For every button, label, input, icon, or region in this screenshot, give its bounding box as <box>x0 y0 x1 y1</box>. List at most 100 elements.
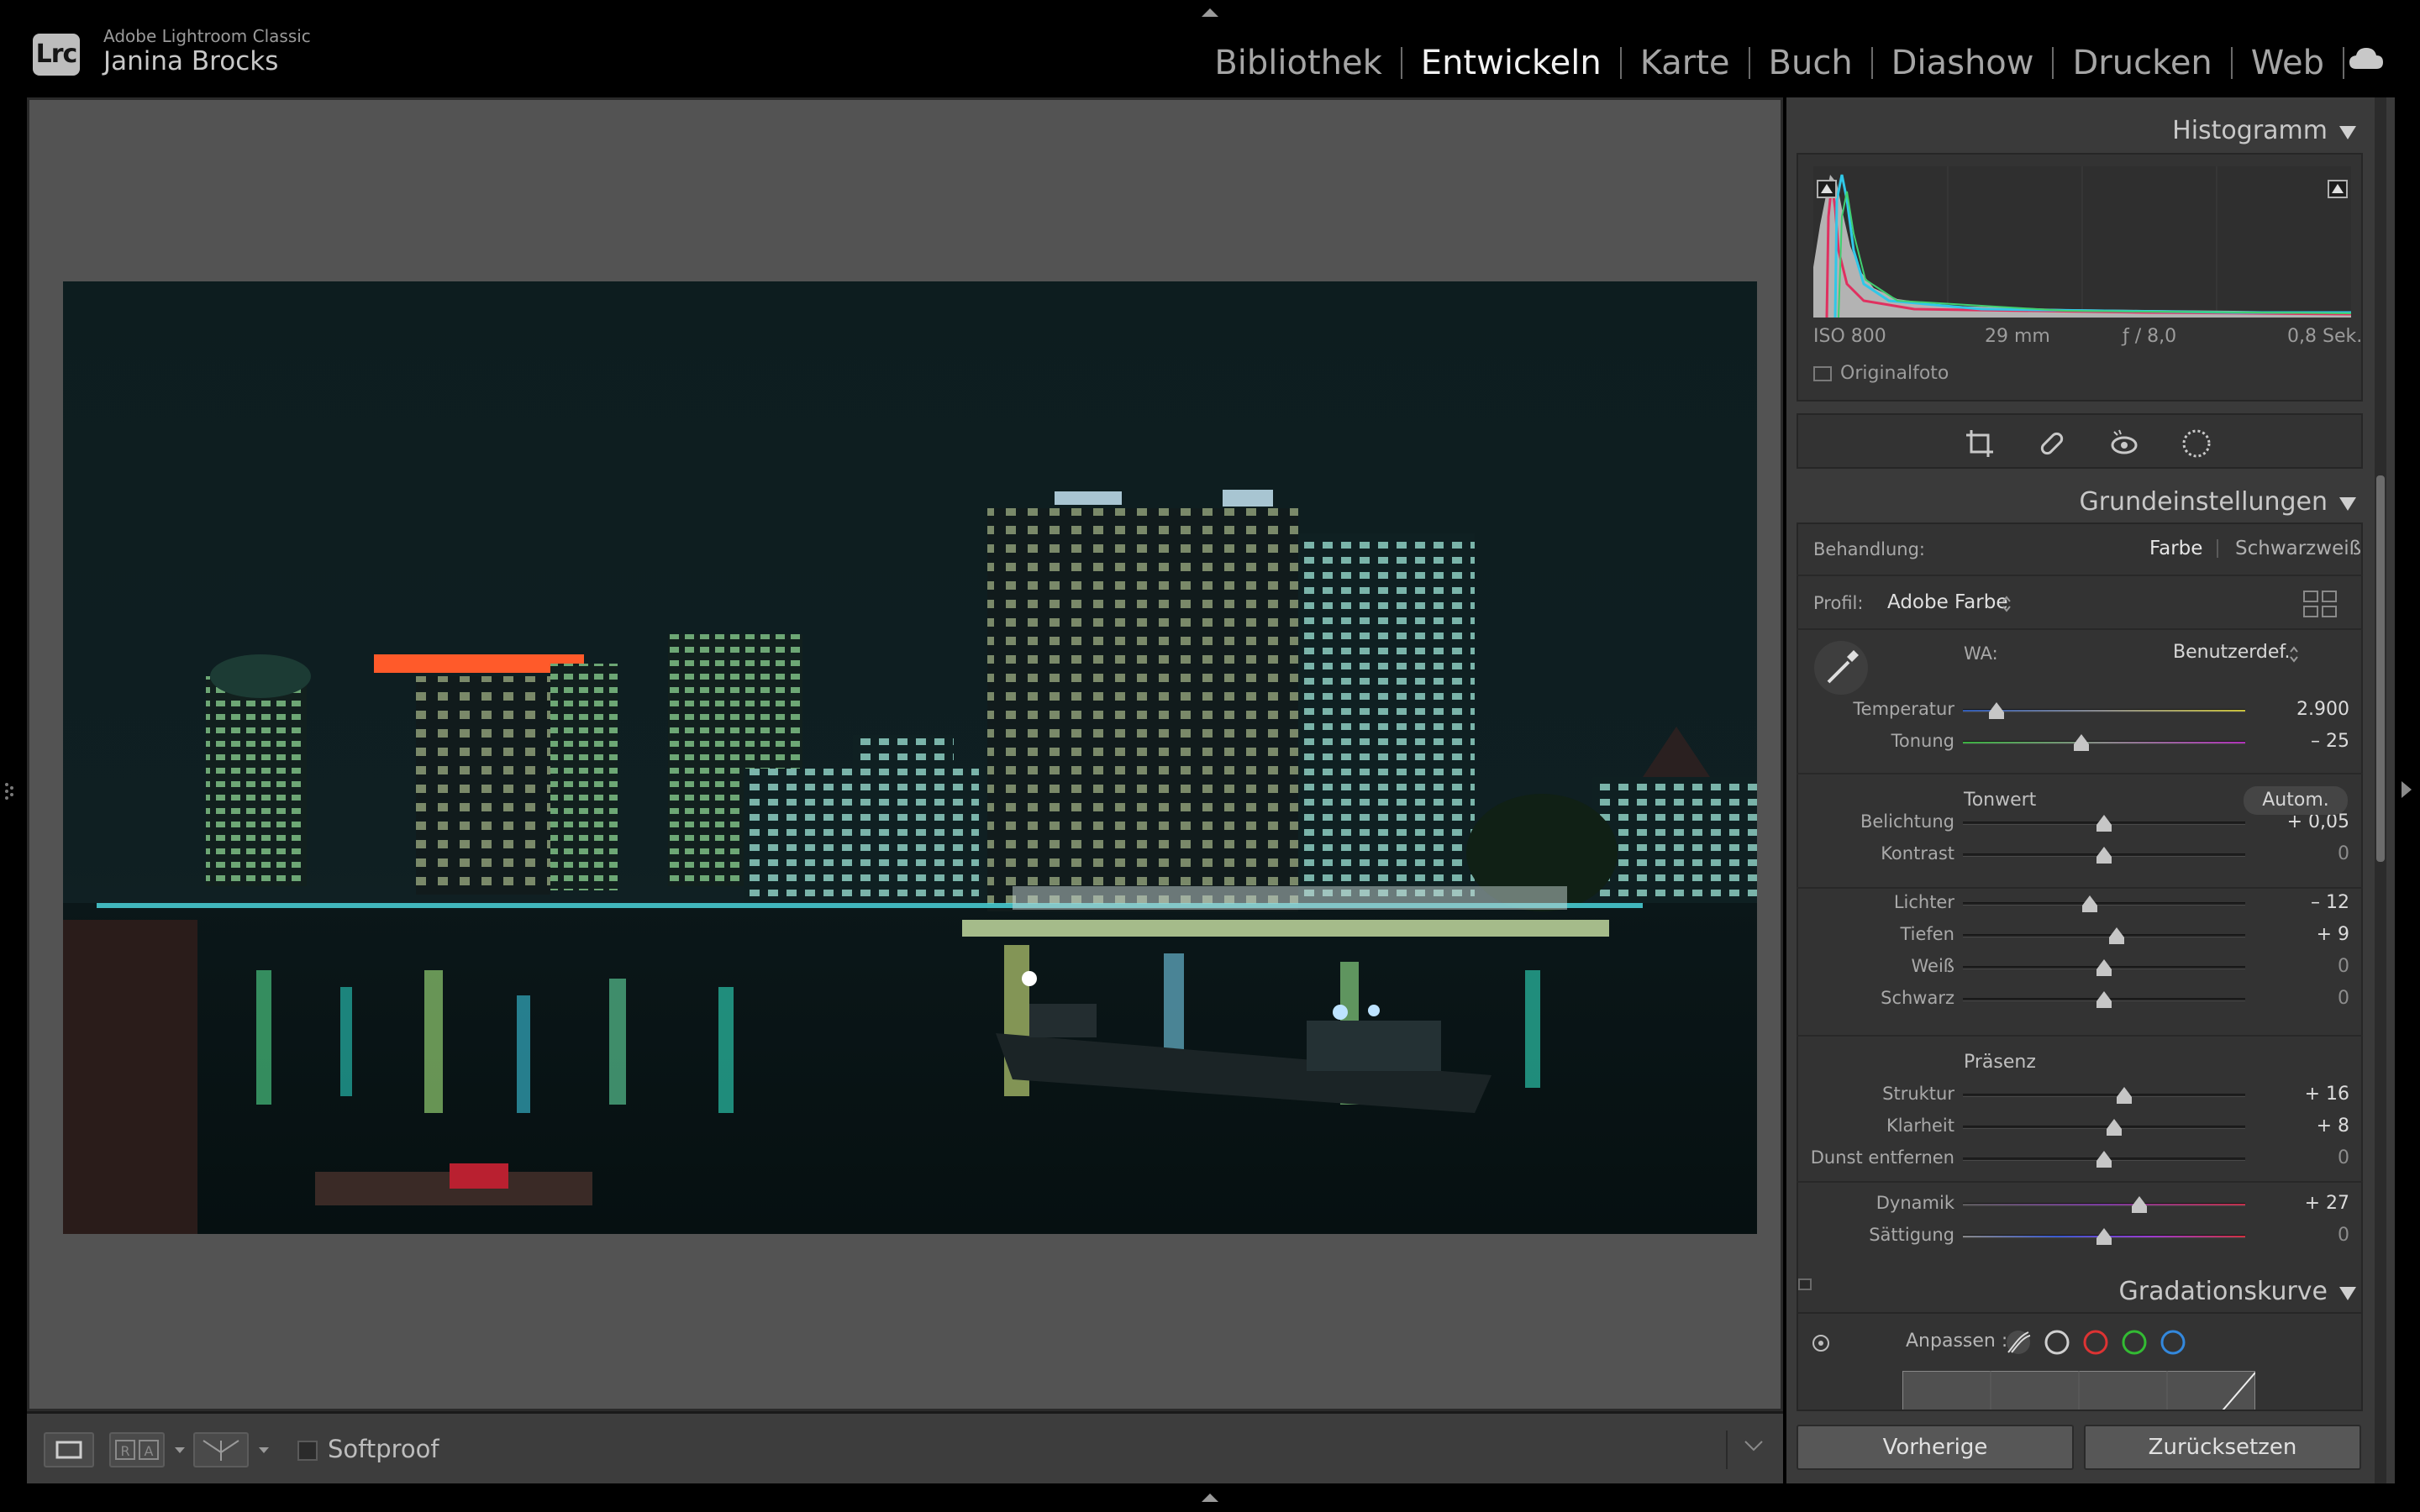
module-karte[interactable]: Karte <box>1622 40 1749 86</box>
auto-tone-button[interactable]: Autom. <box>2244 786 2348 815</box>
crop-icon[interactable] <box>1963 427 1996 460</box>
slider-track-sh[interactable] <box>1963 934 2245 937</box>
right-panel-toggle-icon[interactable] <box>2400 780 2413 800</box>
slider-value-sat[interactable]: 0 <box>2274 1225 2349 1246</box>
slider-track-cla[interactable] <box>1963 1126 2245 1129</box>
slider-thumb-tex[interactable] <box>2116 1087 2132 1097</box>
histogram-header[interactable]: Histogramm <box>1786 106 2375 156</box>
divider <box>1797 773 2363 774</box>
slider-thumb-base-tex[interactable] <box>2116 1097 2132 1104</box>
slider-thumb-vib[interactable] <box>2132 1196 2147 1206</box>
slider-thumb-base-wh[interactable] <box>2096 969 2112 976</box>
histogram[interactable] <box>1813 166 2352 318</box>
slider-thumb-con[interactable] <box>2096 847 2112 857</box>
slider-thumb-base-dh[interactable] <box>2096 1161 2112 1168</box>
tone-curve-graph[interactable] <box>1902 1371 2255 1411</box>
module-bibliothek[interactable]: Bibliothek <box>1196 40 1400 86</box>
module-diashow[interactable]: Diashow <box>1873 40 2053 86</box>
shadow-clipping-button[interactable] <box>1817 180 1837 198</box>
panel-scrollbar[interactable] <box>2376 475 2385 862</box>
slider-thumb-base-tint[interactable] <box>2074 744 2090 751</box>
slider-thumb-exp[interactable] <box>2096 815 2112 825</box>
slider-value-dh[interactable]: 0 <box>2274 1147 2349 1168</box>
slider-thumb-tint[interactable] <box>2074 734 2090 744</box>
healing-brush-icon[interactable] <box>2035 427 2069 460</box>
slider-value-hi[interactable]: – 12 <box>2274 892 2349 913</box>
left-panel-toggle-icon[interactable] <box>3 781 15 801</box>
slider-thumb-base-con[interactable] <box>2096 857 2112 864</box>
tone-curve-header[interactable]: Gradationskurve <box>1786 1267 2375 1317</box>
before-after-dropdown-icon[interactable] <box>175 1447 185 1453</box>
split-view-dropdown-icon[interactable] <box>259 1447 269 1453</box>
red-channel-icon[interactable] <box>2083 1330 2108 1355</box>
treatment-color-option[interactable]: Farbe <box>2149 538 2202 559</box>
image-viewer[interactable] <box>27 97 1783 1411</box>
slider-thumb-sh[interactable] <box>2109 927 2125 937</box>
slider-thumb-temp[interactable] <box>1989 702 2005 712</box>
slider-thumb-base-sh[interactable] <box>2109 937 2125 944</box>
wb-select[interactable]: Benutzerdef. <box>2173 642 2291 663</box>
slider-value-wh[interactable]: 0 <box>2274 956 2349 977</box>
slider-value-tex[interactable]: + 16 <box>2274 1084 2349 1105</box>
masking-icon[interactable] <box>2180 427 2213 460</box>
slider-thumb-wh[interactable] <box>2096 959 2112 969</box>
slider-value-vib[interactable]: + 27 <box>2274 1193 2349 1214</box>
slider-thumb-bl[interactable] <box>2096 991 2112 1001</box>
collapse-triangle-icon[interactable] <box>2339 1287 2356 1300</box>
red-eye-icon[interactable] <box>2107 427 2141 460</box>
collapse-triangle-icon[interactable] <box>2339 126 2356 139</box>
toolbar-menu-chevron-icon[interactable] <box>1743 1439 1765 1452</box>
filmstrip-toggle-icon[interactable] <box>1200 1492 1220 1504</box>
split-view-button[interactable] <box>193 1432 249 1467</box>
module-entwickeln[interactable]: Entwickeln <box>1402 40 1620 86</box>
slider-thumb-hi[interactable] <box>2082 895 2098 906</box>
slider-thumb-base-exp[interactable] <box>2096 825 2112 832</box>
module-web[interactable]: Web <box>2233 40 2343 86</box>
slider-track-tex[interactable] <box>1963 1094 2245 1097</box>
highlight-clipping-button[interactable] <box>2328 180 2348 198</box>
top-panel-toggle-icon[interactable] <box>1200 7 1220 18</box>
slider-value-temp[interactable]: 2.900 <box>2274 699 2349 720</box>
slider-value-sh[interactable]: + 9 <box>2274 924 2349 945</box>
previous-button[interactable]: Vorherige <box>1797 1425 2074 1470</box>
cloud-icon[interactable] <box>2348 45 2385 71</box>
slider-track-hi[interactable] <box>1963 902 2245 906</box>
slider-track-temp[interactable] <box>1963 709 2245 712</box>
slider-track-tint[interactable] <box>1963 741 2245 744</box>
treatment-bw-option[interactable]: Schwarzweiß <box>2235 538 2361 559</box>
profile-select[interactable]: Adobe Farbe <box>1887 591 2007 613</box>
slider-thumb-base-temp[interactable] <box>1989 712 2005 719</box>
slider-thumb-base-cla[interactable] <box>2106 1129 2122 1136</box>
slider-thumb-cla[interactable] <box>2106 1119 2122 1129</box>
slider-thumb-dh[interactable] <box>2096 1151 2112 1161</box>
before-after-button[interactable]: R A <box>109 1432 165 1467</box>
slider-value-tint[interactable]: – 25 <box>2274 731 2349 752</box>
slider-thumb-sat[interactable] <box>2096 1228 2112 1238</box>
loupe-view-button[interactable] <box>44 1432 94 1467</box>
profile-browser-grid-icon[interactable] <box>2302 590 2338 618</box>
slider-value-con[interactable]: 0 <box>2274 843 2349 864</box>
module-drucken[interactable]: Drucken <box>2054 40 2230 86</box>
slider-thumb-base-sat[interactable] <box>2096 1238 2112 1245</box>
original-photo-checkbox[interactable] <box>1813 366 1832 381</box>
softproof-checkbox[interactable] <box>297 1441 318 1461</box>
collapse-triangle-icon[interactable] <box>2339 497 2356 511</box>
photo-preview[interactable] <box>63 281 1757 1234</box>
wb-stepper-icon[interactable] <box>2289 645 2299 664</box>
slider-thumb-base-bl[interactable] <box>2096 1001 2112 1008</box>
basic-header[interactable]: Grundeinstellungen <box>1786 477 2375 528</box>
profile-stepper-icon[interactable] <box>2002 595 2012 613</box>
eyedropper-icon[interactable] <box>1812 638 1870 697</box>
slider-track-vib[interactable] <box>1963 1203 2245 1206</box>
slider-thumb-base-vib[interactable] <box>2132 1206 2147 1213</box>
parametric-curve-icon[interactable] <box>2007 1331 2031 1354</box>
blue-channel-icon[interactable] <box>2160 1330 2186 1355</box>
module-buch[interactable]: Buch <box>1750 40 1871 86</box>
slider-value-cla[interactable]: + 8 <box>2274 1116 2349 1137</box>
slider-thumb-base-hi[interactable] <box>2082 906 2098 912</box>
target-adjust-icon[interactable] <box>1810 1332 1832 1354</box>
green-channel-icon[interactable] <box>2122 1330 2147 1355</box>
slider-value-bl[interactable]: 0 <box>2274 988 2349 1009</box>
rgb-channel-icon[interactable] <box>2044 1330 2070 1355</box>
reset-button[interactable]: Zurücksetzen <box>2084 1425 2361 1470</box>
